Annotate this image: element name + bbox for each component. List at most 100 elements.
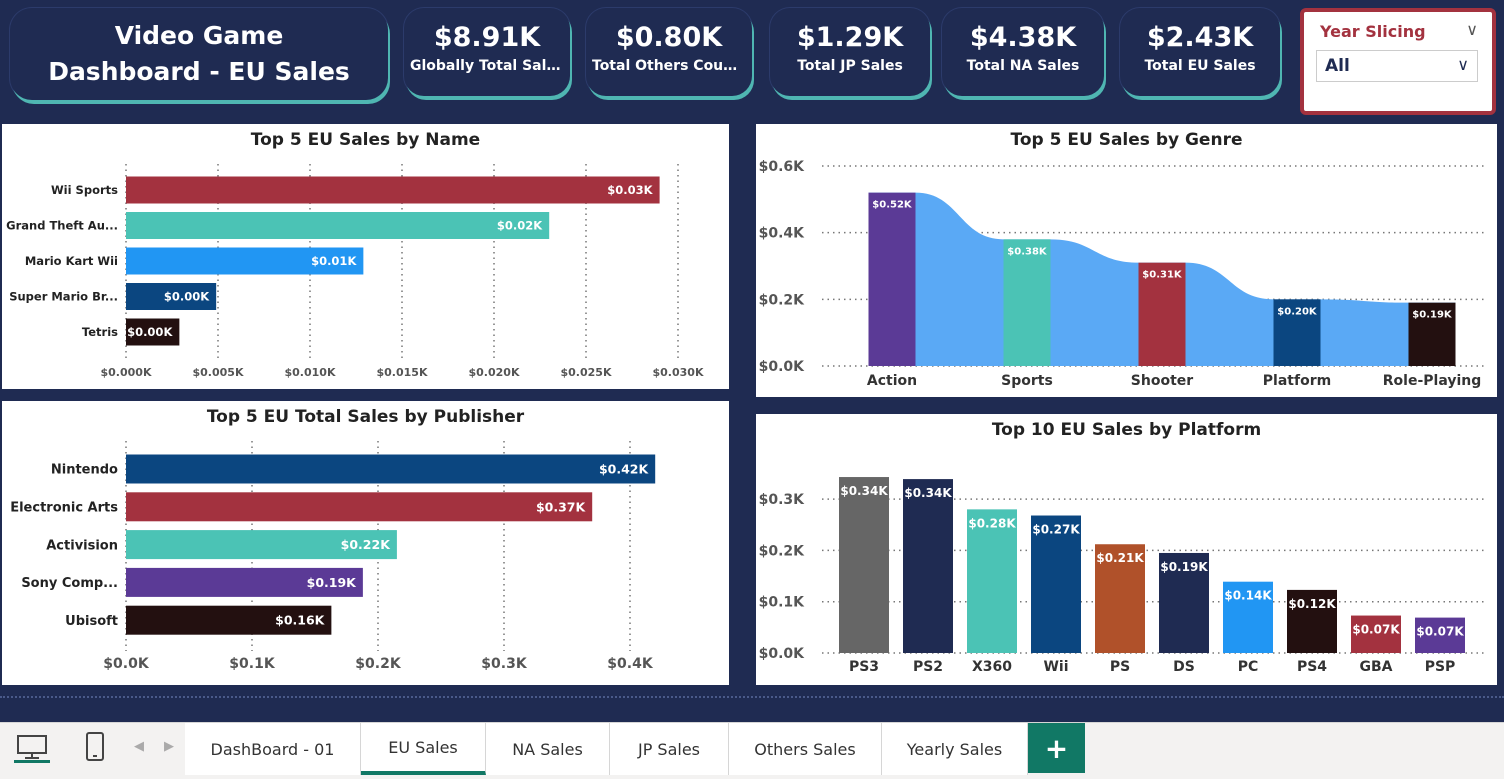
dashboard-title: Video Game Dashboard - EU Sales (10, 8, 388, 100)
chevron-down-icon[interactable]: ∨ (1457, 55, 1469, 74)
kpi-value: $0.80K (615, 22, 723, 53)
tab-label: Yearly Sales (906, 739, 1003, 759)
scroll-right-icon[interactable]: ▶ (164, 739, 174, 754)
kpi-card-others-sales: $0.80K Total Others Countr... (586, 8, 752, 96)
data-label: $0.21K (1096, 551, 1144, 565)
category-label: Mario Kart Wii (25, 254, 118, 268)
data-label: $0.14K (1224, 589, 1272, 603)
x-tick-label: $0.4K (607, 656, 654, 672)
category-label: Wii (1043, 659, 1068, 675)
tab-dashboard-01[interactable]: DashBoard - 01 (185, 723, 361, 775)
year-slicer[interactable]: Year Slicing ∨ All ∨ (1300, 8, 1496, 115)
scroll-left-icon[interactable]: ◀ (134, 739, 144, 754)
chart-panel-sales-by-name: Top 5 EU Sales by Name $0.000K $0.005K $0.… (2, 124, 729, 389)
kpi-card-global-sales: $8.91K Globally Total Sales (404, 8, 570, 96)
x-tick-label: $0.0K (103, 656, 150, 672)
kpi-label: Globally Total Sales (410, 58, 565, 74)
x-tick-label: $0.005K (193, 366, 244, 379)
add-page-button[interactable]: + (1028, 723, 1085, 773)
data-label: $0.01K (311, 254, 357, 268)
title-line-1: Video Game (114, 21, 284, 50)
bar-wii-sports (126, 176, 660, 204)
kpi-label: Total EU Sales (1144, 58, 1256, 74)
slicer-title: Year Slicing (1320, 22, 1426, 41)
data-label: $0.20K (1277, 306, 1318, 317)
bar-ps3 (839, 477, 889, 653)
chevron-down-icon[interactable]: ∨ (1466, 20, 1478, 39)
category-label: Sports (1001, 373, 1053, 389)
x-tick-label: $0.015K (377, 366, 428, 379)
category-label: Sony Comp... (21, 576, 118, 591)
category-label: Grand Theft Au... (6, 219, 118, 233)
x-tick-label: $0.1K (229, 656, 276, 672)
desktop-icon[interactable] (14, 733, 50, 763)
mobile-icon[interactable] (84, 731, 106, 763)
data-label: $0.07K (1416, 625, 1464, 639)
category-label: Platform (1263, 373, 1331, 389)
data-label: $0.19K (1412, 310, 1453, 321)
data-label: $0.19K (307, 575, 358, 590)
tab-eu-sales[interactable]: EU Sales (361, 723, 486, 775)
bar-electronic-arts (126, 492, 593, 522)
data-label: $0.03K (607, 183, 653, 197)
bar-ps2 (903, 479, 953, 653)
chart-panel-sales-by-genre: Top 5 EU Sales by Genre $0.0K $0.2K $0.4K $… (756, 124, 1497, 397)
kpi-value: $8.91K (433, 22, 541, 53)
kpi-card-eu-sales: $2.43K Total EU Sales (1120, 8, 1280, 96)
kpi-label: Total Others Countr... (592, 58, 752, 74)
x-tick-label: $0.025K (561, 366, 612, 379)
category-label: Super Mario Br... (9, 290, 118, 304)
y-tick-label: $0.6K (759, 159, 806, 175)
tab-yearly-sales[interactable]: Yearly Sales (882, 723, 1028, 775)
category-label: Activision (46, 538, 118, 553)
tab-jp-sales[interactable]: JP Sales (610, 723, 729, 775)
kpi-value: $4.38K (969, 22, 1077, 53)
tab-others-sales[interactable]: Others Sales (729, 723, 882, 775)
data-label: $0.38K (1007, 246, 1048, 257)
title-line-2: Dashboard - EU Sales (48, 57, 350, 86)
kpi-value: $2.43K (1146, 22, 1254, 53)
y-tick-label: $0.0K (759, 646, 806, 662)
x-tick-label: $0.3K (481, 656, 528, 672)
sales-by-publisher-chart: $0.0K $0.1K $0.2K $0.3K $0.4K Nintendo $0.42K E… (10, 441, 656, 672)
category-label: Action (867, 373, 917, 389)
tab-label: JP Sales (637, 739, 701, 759)
x-tick-label: $0.2K (355, 656, 402, 672)
x-tick-label: $0.000K (101, 366, 152, 379)
data-label: $0.34K (840, 484, 888, 498)
bar-action (868, 192, 916, 366)
y-tick-label: $0.2K (759, 543, 806, 559)
year-dropdown[interactable]: All ∨ (1316, 50, 1478, 82)
kpi-label: Total NA Sales (966, 58, 1080, 74)
tab-na-sales[interactable]: NA Sales (486, 723, 610, 775)
chart-panel-sales-by-publisher: Top 5 EU Total Sales by Publisher $0.0K $… (2, 401, 729, 685)
data-label: $0.16K (275, 613, 326, 628)
y-tick-label: $0.1K (759, 595, 806, 611)
y-tick-label: $0.3K (759, 492, 806, 508)
data-label: $0.02K (497, 219, 543, 233)
category-label: X360 (972, 659, 1012, 675)
data-label: $0.19K (1160, 560, 1208, 574)
sales-by-platform-chart: $0.0K $0.1K $0.2K $0.3K $0.34K PS3 $0.34K PS2 $0… (759, 477, 1486, 675)
chart-panel-sales-by-platform: Top 10 EU Sales by Platform $0.0K $0.1K $0… (756, 414, 1497, 685)
category-label: Role-Playing (1383, 373, 1482, 389)
data-label: $0.22K (341, 537, 392, 552)
sales-by-name-chart: $0.000K $0.005K $0.010K $0.015K $0.020K $0.02… (6, 164, 704, 379)
data-label: $0.12K (1288, 597, 1336, 611)
data-label: $0.27K (1032, 523, 1080, 537)
category-label: PS (1110, 659, 1130, 675)
category-label: PS4 (1297, 659, 1327, 675)
data-label: $0.07K (1352, 623, 1400, 637)
page-divider (0, 696, 1504, 698)
kpi-card-na-sales: $4.38K Total NA Sales (942, 8, 1104, 96)
slicer-selected-value: All (1325, 56, 1350, 76)
category-label: Tetris (82, 325, 118, 339)
y-tick-label: $0.4K (759, 226, 806, 242)
tab-label: DashBoard - 01 (210, 739, 335, 759)
kpi-label: Total JP Sales (797, 58, 903, 74)
category-label: DS (1173, 659, 1195, 675)
y-tick-label: $0.0K (759, 359, 806, 375)
bar-nintendo (126, 454, 656, 484)
tab-label: Others Sales (754, 739, 856, 759)
category-label: Shooter (1131, 373, 1193, 389)
